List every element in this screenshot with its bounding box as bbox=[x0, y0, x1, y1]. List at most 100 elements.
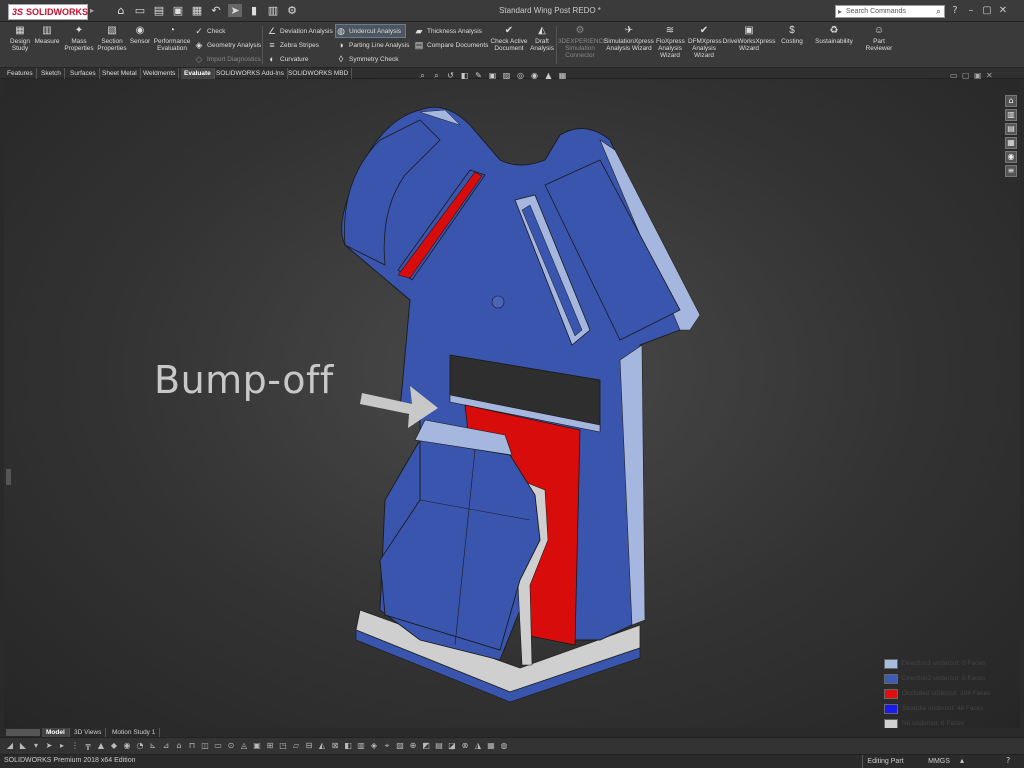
search-icon[interactable]: ⌕ bbox=[936, 6, 941, 17]
tab-motion-study-1[interactable]: Motion Study 1 bbox=[108, 728, 161, 737]
tool-icon[interactable]: ◈ bbox=[370, 741, 378, 751]
draft-analysis-button[interactable]: ◭ Draft Analysis bbox=[530, 25, 554, 52]
tool-icon[interactable]: ⊙ bbox=[227, 741, 235, 751]
tool-icon[interactable]: ▸ bbox=[58, 741, 66, 751]
tool-icon[interactable]: ⊓ bbox=[188, 741, 196, 751]
print-icon[interactable]: ▦ bbox=[190, 4, 204, 17]
tab-sheet-metal[interactable]: Sheet Metal bbox=[99, 68, 141, 79]
sustainability-button[interactable]: ♻ Sustainability bbox=[812, 25, 856, 45]
tab-weldments[interactable]: Weldments bbox=[140, 68, 180, 79]
section-properties-button[interactable]: ▧ Section Properties bbox=[96, 25, 128, 52]
deviation-analysis-button[interactable]: ∠ Deviation Analysis bbox=[267, 25, 333, 37]
costing-button[interactable]: $ Costing bbox=[778, 25, 806, 45]
appearances-icon[interactable]: ◉ bbox=[1005, 151, 1017, 163]
restore-icon[interactable]: ▢ bbox=[982, 4, 992, 17]
dfmxpress-button[interactable]: ✔ DFMXpress Analysis Wizard bbox=[688, 25, 722, 59]
thickness-analysis-button[interactable]: ▰ Thickness Analysis bbox=[414, 25, 482, 37]
tool-icon[interactable]: ▲ bbox=[97, 741, 105, 751]
tab-surfaces[interactable]: Surfaces bbox=[67, 68, 100, 79]
feature-tree-collapse-handle[interactable] bbox=[6, 469, 11, 485]
import-diagnostics-button[interactable]: ◇ Import Diagnostics bbox=[194, 53, 261, 65]
tool-icon[interactable]: ⊕ bbox=[409, 741, 417, 751]
undercut-analysis-button[interactable]: ◍ Undercut Analysis bbox=[334, 24, 407, 38]
new-document-icon[interactable]: ▭ bbox=[133, 4, 147, 17]
tool-icon[interactable]: ▣ bbox=[253, 741, 261, 751]
tool-icon[interactable]: ◮ bbox=[474, 741, 482, 751]
tool-icon[interactable]: ▭ bbox=[214, 741, 222, 751]
performance-evaluation-button[interactable]: ◔ Performance Evaluation bbox=[152, 25, 192, 52]
tool-icon[interactable]: ◪ bbox=[448, 741, 456, 751]
tab-solidworks-mbd[interactable]: SOLIDWORKS MBD bbox=[285, 68, 353, 79]
check-button[interactable]: ✓ Check bbox=[194, 25, 225, 37]
tool-icon[interactable]: ◬ bbox=[240, 741, 248, 751]
tab-solidworks-add-ins[interactable]: SOLIDWORKS Add-Ins bbox=[213, 68, 288, 79]
tool-icon[interactable]: ▨ bbox=[396, 741, 404, 751]
floxpress-button[interactable]: ≋ FloXpress Analysis Wizard bbox=[656, 25, 685, 59]
units-dropdown-icon[interactable]: ▴ bbox=[960, 756, 964, 765]
tool-icon[interactable]: ◩ bbox=[422, 741, 430, 751]
tool-icon[interactable]: ◔ bbox=[136, 741, 144, 751]
options-gear-icon[interactable]: ⚙ bbox=[285, 4, 299, 17]
close-icon[interactable]: ✕ bbox=[998, 4, 1008, 17]
driveworksxpress-button[interactable]: ▣ DriveWorksXpress Wizard bbox=[722, 25, 776, 52]
open-folder-icon[interactable]: ▤ bbox=[152, 4, 166, 17]
tool-icon[interactable]: ⌂ bbox=[175, 741, 183, 751]
measure-button[interactable]: ▥ Measure bbox=[34, 25, 60, 45]
tool-icon[interactable]: ⊾ bbox=[149, 741, 157, 751]
tool-icon[interactable]: ▱ bbox=[292, 741, 300, 751]
view-palette-icon[interactable]: ▦ bbox=[1005, 137, 1017, 149]
tool-icon[interactable]: ▥ bbox=[357, 741, 365, 751]
select-cursor-icon[interactable]: ➤ bbox=[45, 741, 53, 751]
file-explorer-icon[interactable]: ▤ bbox=[1005, 123, 1017, 135]
part-reviewer-button[interactable]: ☺ Part Reviewer bbox=[862, 25, 896, 52]
check-active-document-button[interactable]: ✔ Check Active Document bbox=[490, 25, 528, 52]
help-icon[interactable]: ? bbox=[950, 4, 960, 17]
tool-icon[interactable]: ⊿ bbox=[162, 741, 170, 751]
tool-icon[interactable]: ╦ bbox=[84, 741, 92, 751]
status-units[interactable]: MMGS bbox=[924, 755, 954, 768]
tool-icon[interactable]: ⊞ bbox=[266, 741, 274, 751]
logo-menu-arrow-icon[interactable]: ▸ bbox=[90, 6, 98, 16]
status-help-icon[interactable]: ? bbox=[1006, 756, 1010, 765]
tab-scroll-buttons[interactable] bbox=[6, 729, 40, 736]
tool-icon[interactable]: ◫ bbox=[201, 741, 209, 751]
search-scope-icon[interactable]: ▸ bbox=[838, 6, 842, 17]
save-icon[interactable]: ▣ bbox=[171, 4, 185, 17]
minimize-icon[interactable]: – bbox=[966, 4, 976, 17]
zebra-stripes-button[interactable]: ≡ Zebra Stripes bbox=[267, 39, 319, 51]
tab-features[interactable]: Features bbox=[4, 68, 37, 79]
3dexperience-simulation-connector-button[interactable]: ⚙ 3DEXPERIENCE Simulation Connector bbox=[558, 25, 607, 59]
graphics-area[interactable] bbox=[4, 79, 1020, 728]
tab-3d-views[interactable]: 3D Views bbox=[70, 728, 107, 737]
undo-icon[interactable]: ↶ bbox=[209, 4, 223, 17]
tab-model[interactable]: Model bbox=[42, 728, 70, 737]
tab-sketch[interactable]: Sketch bbox=[38, 68, 65, 79]
simulationxpress-button[interactable]: ✈ SimulationXpress Analysis Wizard bbox=[604, 25, 654, 52]
mass-properties-button[interactable]: ✦ Mass Properties bbox=[64, 25, 94, 52]
tool-icon[interactable]: ▤ bbox=[435, 741, 443, 751]
part-model[interactable] bbox=[4, 79, 1020, 728]
search-commands-input[interactable]: ▸ Search Commands ⌕ bbox=[835, 5, 945, 18]
custom-properties-icon[interactable]: ≡ bbox=[1005, 165, 1017, 177]
tool-icon[interactable]: ◭ bbox=[318, 741, 326, 751]
rebuild-icon[interactable]: ▮ bbox=[247, 4, 261, 17]
geometry-analysis-button[interactable]: ◈ Geometry Analysis bbox=[194, 39, 262, 51]
tool-icon[interactable]: ◍ bbox=[500, 741, 508, 751]
select-cursor-icon[interactable]: ➤ bbox=[228, 4, 242, 17]
solidworks-resources-icon[interactable]: ⌂ bbox=[1005, 95, 1017, 107]
compare-documents-button[interactable]: ▤ Compare Documents bbox=[414, 39, 489, 51]
tool-icon[interactable]: ◉ bbox=[123, 741, 131, 751]
tool-icon[interactable]: ◢ bbox=[6, 741, 14, 751]
tab-evaluate[interactable]: Evaluate bbox=[181, 68, 215, 79]
file-properties-icon[interactable]: ▥ bbox=[266, 4, 280, 17]
home-icon[interactable]: ⌂ bbox=[114, 4, 128, 17]
tool-icon[interactable]: ◆ bbox=[110, 741, 118, 751]
tool-icon[interactable]: ◧ bbox=[344, 741, 352, 751]
symmetry-check-button[interactable]: ◊ Symmetry Check bbox=[336, 53, 399, 65]
tool-icon[interactable]: ◣ bbox=[19, 741, 27, 751]
tool-icon[interactable]: ◳ bbox=[279, 741, 287, 751]
sensor-button[interactable]: ◉ Sensor bbox=[128, 25, 152, 45]
curvature-button[interactable]: ◐ Curvature bbox=[267, 53, 308, 65]
tool-icon[interactable]: ⋮ bbox=[71, 741, 79, 751]
parting-line-analysis-button[interactable]: ◑ Parting Line Analysis bbox=[336, 39, 409, 51]
